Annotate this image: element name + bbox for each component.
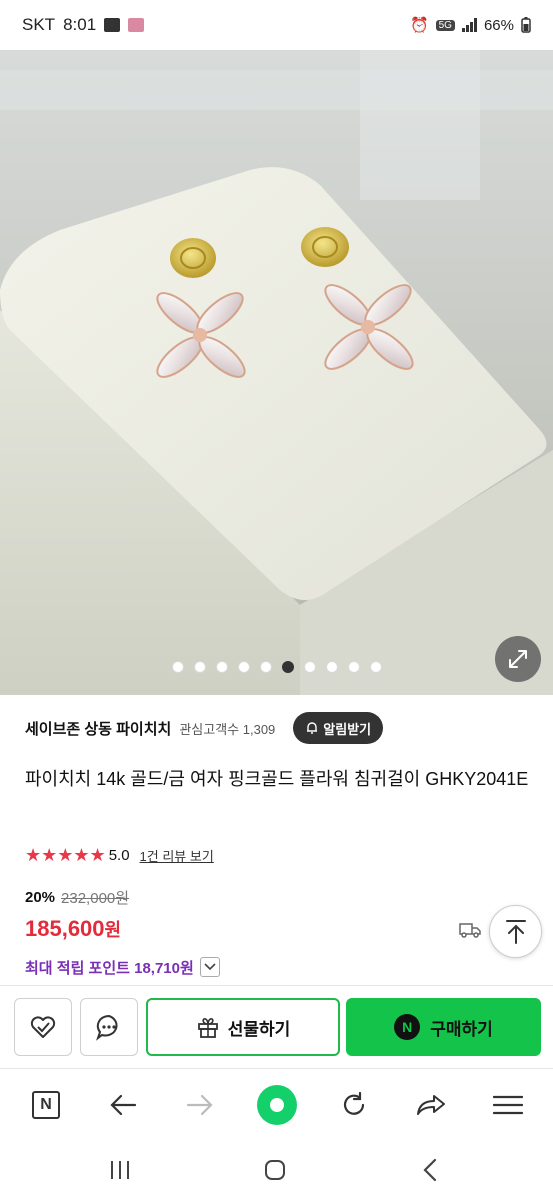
refresh-button[interactable] — [332, 1083, 376, 1127]
discount-row: 20% 232,000원 — [25, 886, 129, 908]
sale-price-value: 185,600 — [25, 916, 105, 941]
discount-rate: 20% — [25, 888, 56, 906]
gift-icon — [197, 1018, 218, 1038]
clock: 8:01 — [63, 15, 97, 34]
battery-icon — [521, 17, 531, 33]
recent-apps-icon — [111, 1161, 129, 1179]
network-type-badge: 5G — [435, 19, 455, 31]
product-photo — [0, 50, 553, 695]
arrow-right-icon — [186, 1094, 213, 1116]
green-dot-button[interactable] — [255, 1083, 299, 1127]
expand-image-button[interactable] — [495, 636, 541, 682]
purchase-action-bar: 선물하기 N 구매하기 — [0, 985, 553, 1067]
alert-label: 알림받기 — [323, 721, 372, 737]
recent-apps-button[interactable] — [100, 1154, 140, 1186]
rating-stars: ★★★★★ — [25, 844, 106, 865]
alarm-icon: ⏰ — [409, 17, 429, 34]
scroll-to-top-button[interactable] — [489, 905, 542, 958]
heart-check-icon — [30, 1016, 56, 1038]
gallery-dot[interactable] — [193, 661, 206, 673]
system-navigation-bar — [0, 1140, 553, 1200]
gallery-dot[interactable] — [215, 661, 228, 673]
max-points: 최대 적립 포인트 18,710원 — [25, 959, 194, 977]
alert-subscribe-button[interactable]: 알림받기 — [293, 712, 384, 744]
battery-percent: 66% — [483, 16, 514, 34]
gallery-dot[interactable] — [303, 661, 316, 673]
review-link[interactable]: 1건 리뷰 보기 — [140, 846, 214, 865]
chat-bubble-icon — [96, 1014, 118, 1041]
talk-inquiry-button[interactable] — [80, 998, 138, 1056]
follower-count: 관심고객수 1,309 — [179, 721, 276, 737]
expand-icon — [509, 650, 527, 668]
bell-plus-icon — [307, 722, 318, 734]
home-button[interactable] — [255, 1154, 295, 1186]
rating-row: ★★★★★ 5.0 1건 리뷰 보기 — [25, 843, 214, 867]
buy-button[interactable]: N 구매하기 — [346, 998, 541, 1056]
gallery-dot[interactable] — [237, 661, 250, 673]
chevron-down-icon[interactable] — [199, 957, 220, 977]
share-button[interactable] — [409, 1083, 453, 1127]
buy-label: 구매하기 — [430, 1019, 493, 1039]
gallery-pagination[interactable] — [0, 661, 553, 673]
gallery-dot[interactable] — [281, 661, 294, 673]
gift-label: 선물하기 — [227, 1019, 291, 1039]
app-notification-icon — [128, 18, 145, 32]
green-dot-icon — [257, 1085, 297, 1125]
carrier-label: SKT — [22, 15, 56, 34]
home-icon — [265, 1160, 285, 1180]
back-button[interactable] — [101, 1083, 145, 1127]
gallery-dot[interactable] — [369, 661, 382, 673]
original-price: 232,000원 — [61, 889, 130, 907]
npay-icon: N — [394, 1014, 421, 1040]
gallery-dot[interactable] — [259, 661, 272, 673]
points-row[interactable]: 최대 적립 포인트 18,710원 — [25, 954, 220, 980]
sale-price: 185,600원 — [25, 912, 121, 946]
gift-button[interactable]: 선물하기 — [146, 998, 340, 1056]
refresh-icon — [343, 1091, 365, 1115]
wishlist-button[interactable] — [14, 998, 72, 1056]
gallery-notification-icon — [104, 18, 121, 32]
naver-home-icon: N — [32, 1091, 60, 1119]
gallery-dot[interactable] — [325, 661, 338, 673]
status-bar: SKT 8:01 ⏰ 5G 66% — [0, 0, 553, 50]
gallery-dot[interactable] — [171, 661, 184, 673]
arrow-left-icon — [110, 1094, 137, 1116]
browser-toolbar: N — [0, 1068, 553, 1140]
arrow-up-icon — [505, 919, 526, 944]
forward-button[interactable] — [178, 1083, 222, 1127]
rating-value: 5.0 — [108, 846, 130, 864]
product-image-gallery[interactable] — [0, 50, 553, 695]
store-name[interactable]: 세이브존 상동 파이치치 — [25, 718, 171, 739]
price-unit: 원 — [104, 920, 122, 940]
system-back-button[interactable] — [410, 1154, 450, 1186]
menu-button[interactable] — [486, 1083, 530, 1127]
hamburger-menu-icon — [493, 1095, 523, 1115]
signal-icon — [461, 18, 477, 32]
delivery-truck-icon — [459, 923, 481, 938]
chevron-left-icon — [423, 1158, 437, 1182]
naver-home-button[interactable]: N — [24, 1083, 68, 1127]
gallery-dot[interactable] — [347, 661, 360, 673]
share-arrow-icon — [417, 1095, 445, 1115]
store-row: 세이브존 상동 파이치치 관심고객수 1,309 알림받기 — [25, 708, 535, 748]
product-title: 파이치치 14k 골드/금 여자 핑크골드 플라워 침귀걸이 GHKY2041E — [25, 769, 529, 789]
